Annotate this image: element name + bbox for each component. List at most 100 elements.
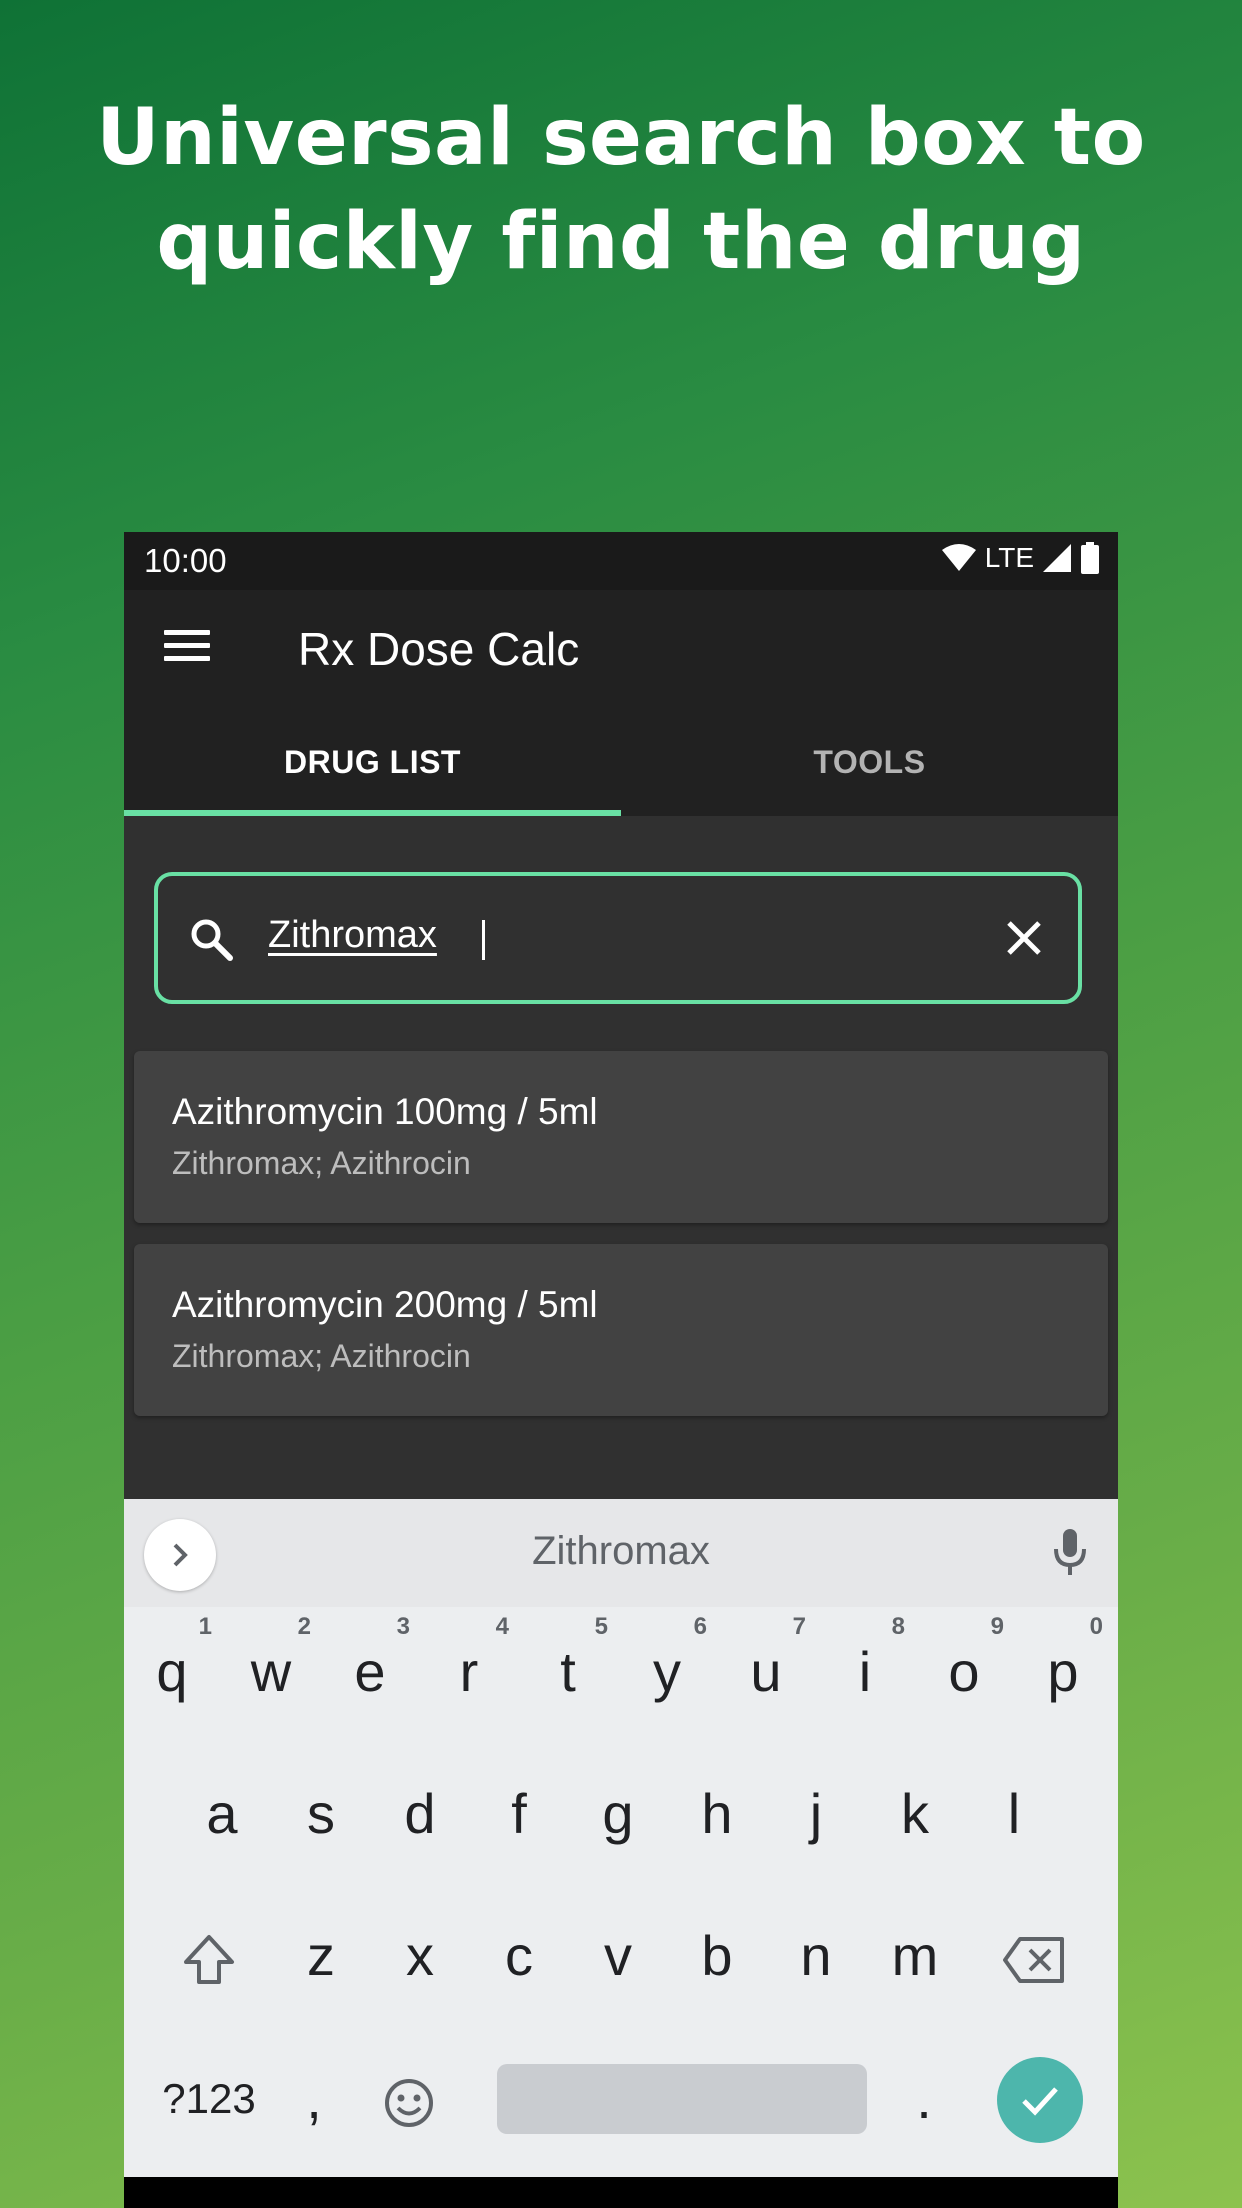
key-g-label: g <box>602 1782 634 1845</box>
symbols-key-label: ?123 <box>162 2075 256 2122</box>
microphone-icon[interactable] <box>1052 1527 1088 1577</box>
key-y-hint: 6 <box>693 1613 707 1640</box>
key-u-hint: 7 <box>792 1613 806 1640</box>
phone-screen: 10:00 LTE Rx Dose Calc DRUG LIST TOOLS Z… <box>124 532 1118 2208</box>
key-z-label: z <box>307 1924 335 1987</box>
key-a-label: a <box>206 1782 238 1845</box>
key-t-hint: 5 <box>594 1613 608 1640</box>
key-e-hint: 3 <box>396 1613 410 1640</box>
key-r[interactable]: r4 <box>421 1607 517 1737</box>
key-r-label: r <box>459 1640 479 1703</box>
key-j[interactable]: j <box>768 1749 864 1879</box>
key-q-label: q <box>156 1640 188 1703</box>
text-cursor <box>482 920 485 960</box>
key-x-label: x <box>406 1924 434 1987</box>
key-w[interactable]: w2 <box>223 1607 319 1737</box>
key-h-label: h <box>701 1782 733 1845</box>
key-t-label: t <box>560 1640 576 1703</box>
space-bar[interactable] <box>497 2064 867 2134</box>
tab-tools[interactable]: TOOLS <box>621 708 1118 816</box>
tab-drug-list[interactable]: DRUG LIST <box>124 708 621 816</box>
key-d[interactable]: d <box>372 1749 468 1879</box>
drug-brand-names: Zithromax; Azithrocin <box>172 1145 471 1181</box>
key-v[interactable]: v <box>570 1891 666 2021</box>
symbols-key[interactable]: ?123 <box>144 2034 274 2164</box>
key-u-label: u <box>750 1640 782 1703</box>
hamburger-menu-icon[interactable] <box>160 624 214 674</box>
wifi-icon <box>941 544 976 571</box>
suggestion-word[interactable]: Zithromax <box>124 1529 1118 1574</box>
key-b-label: b <box>701 1924 733 1987</box>
key-c-label: c <box>505 1924 533 1987</box>
checkmark-icon <box>1022 2087 1058 2116</box>
key-m[interactable]: m <box>867 1891 963 2021</box>
key-f[interactable]: f <box>471 1749 567 1879</box>
system-navigation-bar <box>124 2177 1118 2208</box>
emoji-icon <box>385 2079 433 2128</box>
drug-brand-names: Zithromax; Azithrocin <box>172 1338 471 1374</box>
period-key-label: . <box>916 2067 932 2130</box>
suggestion-strip: Zithromax <box>124 1499 1118 1607</box>
key-p-label: p <box>1047 1640 1079 1703</box>
key-c[interactable]: c <box>471 1891 567 2021</box>
key-z[interactable]: z <box>273 1891 369 2021</box>
enter-key[interactable] <box>997 2057 1083 2143</box>
drug-result-item[interactable]: Azithromycin 200mg / 5ml Zithromax; Azit… <box>134 1244 1108 1416</box>
key-q[interactable]: q1 <box>124 1607 220 1737</box>
period-key[interactable]: . <box>884 2034 964 2164</box>
key-i-hint: 8 <box>891 1613 905 1640</box>
key-q-hint: 1 <box>198 1613 212 1640</box>
search-input[interactable]: Zithromax <box>268 914 437 957</box>
key-s[interactable]: s <box>273 1749 369 1879</box>
key-w-hint: 2 <box>297 1613 311 1640</box>
key-w-label: w <box>250 1640 292 1703</box>
key-l[interactable]: l <box>966 1749 1062 1879</box>
key-n[interactable]: n <box>768 1891 864 2021</box>
key-x[interactable]: x <box>372 1891 468 2021</box>
key-u[interactable]: u7 <box>718 1607 814 1737</box>
emoji-key[interactable] <box>364 2034 454 2164</box>
key-f-label: f <box>511 1782 527 1845</box>
tab-drug-list-label: DRUG LIST <box>284 743 461 780</box>
search-input-value: Zithromax <box>268 914 437 956</box>
shift-icon <box>184 1935 234 1985</box>
backspace-key[interactable] <box>979 1891 1089 2021</box>
shift-key[interactable] <box>154 1891 264 2021</box>
headline-line-2: quickly find the drug <box>156 197 1086 287</box>
key-t[interactable]: t5 <box>520 1607 616 1737</box>
signal-icon <box>1043 544 1071 572</box>
on-screen-keyboard: Zithromax q1 w2 e3 r4 t5 y6 u7 i8 o9 p0 … <box>124 1499 1118 2177</box>
key-h[interactable]: h <box>669 1749 765 1879</box>
key-y[interactable]: y6 <box>619 1607 715 1737</box>
close-icon[interactable] <box>1004 918 1044 958</box>
key-n-label: n <box>800 1924 832 1987</box>
key-m-label: m <box>891 1924 939 1987</box>
key-v-label: v <box>604 1924 632 1987</box>
key-d-label: d <box>404 1782 436 1845</box>
search-icon <box>191 919 233 961</box>
status-icons: LTE <box>941 542 1100 574</box>
key-b[interactable]: b <box>669 1891 765 2021</box>
key-s-label: s <box>307 1782 335 1845</box>
comma-key[interactable]: , <box>284 2034 344 2164</box>
drug-result-item[interactable]: Azithromycin 100mg / 5ml Zithromax; Azit… <box>134 1051 1108 1223</box>
key-k-label: k <box>901 1782 929 1845</box>
key-o[interactable]: o9 <box>916 1607 1012 1737</box>
key-y-label: y <box>653 1640 681 1703</box>
key-a[interactable]: a <box>174 1749 270 1879</box>
search-box[interactable]: Zithromax <box>154 872 1082 1004</box>
key-e[interactable]: e3 <box>322 1607 418 1737</box>
key-i[interactable]: i8 <box>817 1607 913 1737</box>
key-o-hint: 9 <box>990 1613 1004 1640</box>
tab-bar: DRUG LIST TOOLS <box>124 708 1118 816</box>
key-k[interactable]: k <box>867 1749 963 1879</box>
tab-tools-label: TOOLS <box>813 743 926 780</box>
key-g[interactable]: g <box>570 1749 666 1879</box>
backspace-icon <box>1003 1937 1064 1984</box>
key-p[interactable]: p0 <box>1015 1607 1111 1737</box>
app-bar: Rx Dose Calc <box>124 590 1118 708</box>
app-title: Rx Dose Calc <box>298 623 580 675</box>
key-i-label: i <box>858 1640 872 1703</box>
key-r-hint: 4 <box>495 1613 509 1640</box>
key-e-label: e <box>354 1640 386 1703</box>
